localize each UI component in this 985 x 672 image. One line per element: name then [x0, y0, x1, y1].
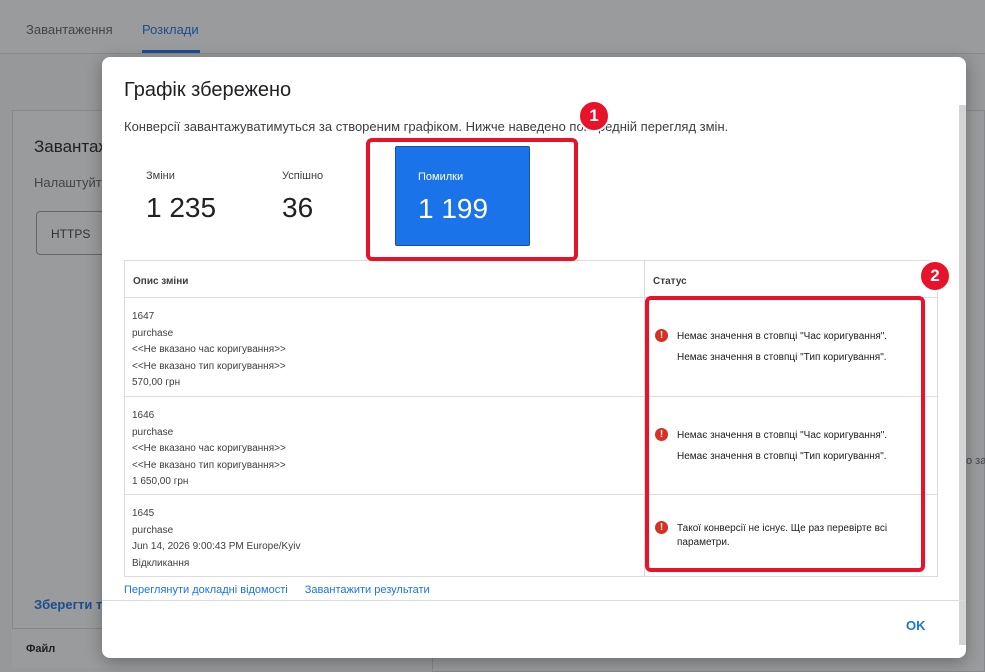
dialog-links: Переглянути докладні відомості Завантажи… — [124, 584, 444, 596]
column-header-description: Опис зміни — [125, 261, 645, 297]
row-detail: <<Не вказано час коригування>> — [132, 443, 286, 454]
change-description: 1646 purchase <<Не вказано час коригуван… — [125, 397, 645, 494]
row-action: purchase — [132, 524, 174, 536]
annotation-badge-1: 1 — [578, 100, 610, 132]
ok-button[interactable]: OK — [906, 618, 926, 633]
annotation-box-errors — [366, 138, 578, 261]
download-results-link[interactable]: Завантажити результати — [305, 584, 430, 596]
stat-success[interactable]: Успішно 36 — [282, 170, 323, 224]
dialog-description: Конверсії завантажуватимуться за створен… — [124, 119, 729, 134]
stat-success-value: 36 — [282, 192, 314, 223]
stat-changes[interactable]: Зміни 1 235 — [146, 170, 216, 224]
row-id: 1645 — [132, 508, 155, 519]
row-value: 1 650,00 грн — [132, 476, 189, 487]
dialog-divider — [102, 600, 966, 601]
row-action: purchase — [132, 426, 174, 438]
change-description: 1645 purchase Jun 14, 2026 9:00:43 PM Eu… — [125, 495, 645, 576]
stat-changes-label: Зміни — [146, 170, 175, 182]
annotation-box-status — [645, 296, 925, 572]
row-detail: <<Не вказано тип коригування>> — [132, 360, 286, 372]
row-detail: <<Не вказано тип коригування>> — [132, 459, 286, 471]
row-value: 570,00 грн — [132, 377, 181, 388]
row-detail: Jun 14, 2026 9:00:43 PM Europe/Kyiv — [132, 541, 301, 552]
row-action: purchase — [132, 327, 174, 339]
dialog-scrollbar[interactable] — [959, 105, 966, 645]
stat-success-label: Успішно — [282, 170, 324, 182]
stat-changes-value: 1 235 — [146, 192, 217, 223]
row-detail: <<Не вказано час коригування>> — [132, 344, 286, 355]
row-id: 1646 — [132, 410, 155, 421]
view-details-link[interactable]: Переглянути докладні відомості — [124, 584, 288, 596]
column-header-status: Статус — [653, 276, 687, 287]
row-detail: Відкликання — [132, 557, 190, 569]
dialog-title: Графік збережено — [124, 79, 292, 101]
annotation-badge-2: 2 — [919, 260, 951, 292]
row-id: 1647 — [132, 311, 155, 322]
change-description: 1647 purchase <<Не вказано час коригуван… — [125, 298, 645, 396]
table-header: Опис зміни Статус — [125, 261, 937, 298]
